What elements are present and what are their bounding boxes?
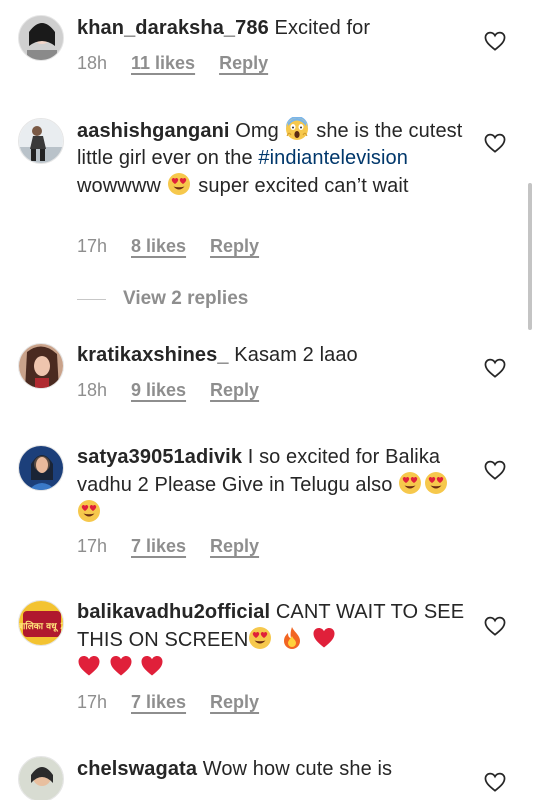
replies-divider xyxy=(77,298,106,300)
red-heart-emoji-icon xyxy=(110,656,132,676)
comment-text: super excited can’t wait xyxy=(198,175,409,197)
comment-body: satya39051adivik I so excited for Balika… xyxy=(77,444,472,527)
comment-text: wowwww xyxy=(77,175,161,197)
comment-time: 17h xyxy=(77,692,108,712)
avatar[interactable] xyxy=(18,343,64,389)
avatar[interactable]: बालिका वधू 2 xyxy=(18,600,64,646)
heart-outline-icon[interactable] xyxy=(484,616,506,636)
view-replies-button[interactable]: View 2 replies xyxy=(77,288,248,310)
likes-count-link[interactable]: 11 likes xyxy=(131,53,195,74)
comment-time: 18h xyxy=(77,380,108,400)
avatar[interactable] xyxy=(18,15,64,61)
heart-eyes-emoji-icon xyxy=(399,472,422,494)
avatar[interactable] xyxy=(18,756,64,800)
red-heart-emoji-icon xyxy=(78,656,100,676)
avatar[interactable] xyxy=(18,118,64,164)
comment-body: balikavadhu2official CANT WAIT TO SEE TH… xyxy=(77,599,472,682)
comment-text: Excited for xyxy=(274,17,371,39)
comment-body: kratikaxshines_ Kasam 2 laao xyxy=(77,342,472,369)
comment-username[interactable]: chelswagata xyxy=(77,758,197,780)
avatar-badge-text: बालिका वधू 2 xyxy=(19,620,64,632)
hashtag-link[interactable]: #indiantelevision xyxy=(258,147,408,169)
comment-meta: 18h 11 likes Reply xyxy=(77,53,268,74)
view-replies-label: View 2 replies xyxy=(123,288,249,309)
heart-eyes-emoji-icon xyxy=(78,500,100,522)
comment-time: 17h xyxy=(77,236,108,256)
comment-username[interactable]: kratikaxshines_ xyxy=(77,344,229,366)
comment-text: Wow how cute she is xyxy=(202,758,393,780)
comment-meta: 18h 9 likes Reply xyxy=(77,380,259,401)
fire-emoji-icon xyxy=(284,627,301,649)
comment-time: 18h xyxy=(77,53,108,73)
comment-text: Omg xyxy=(235,120,279,142)
comment-body: aashishgangani Omg she is the cutest lit… xyxy=(77,117,472,200)
likes-count-link[interactable]: 8 likes xyxy=(131,236,186,257)
reply-button[interactable]: Reply xyxy=(219,53,268,74)
screaming-face-emoji-icon xyxy=(285,117,308,140)
comment-username[interactable]: aashishgangani xyxy=(77,120,230,142)
likes-count-link[interactable]: 9 likes xyxy=(131,380,186,401)
avatar[interactable] xyxy=(18,445,64,491)
comment-meta: 17h 7 likes Reply xyxy=(77,536,259,557)
red-heart-emoji-icon xyxy=(313,628,335,648)
heart-eyes-emoji-icon xyxy=(425,472,448,494)
heart-outline-icon[interactable] xyxy=(484,772,506,792)
comment-meta: 17h 7 likes Reply xyxy=(77,692,259,713)
comment-body: chelswagata Wow how cute she is xyxy=(77,756,472,783)
comment-username[interactable]: satya39051adivik xyxy=(77,446,242,468)
comment-time: 17h xyxy=(77,536,108,556)
comment-body: khan_daraksha_786 Excited for xyxy=(77,15,472,42)
reply-button[interactable]: Reply xyxy=(210,692,259,713)
comment-username[interactable]: balikavadhu2official xyxy=(77,601,270,623)
scrollbar[interactable] xyxy=(528,183,532,330)
heart-eyes-emoji-icon xyxy=(167,173,190,195)
red-heart-emoji-icon xyxy=(141,656,163,676)
heart-outline-icon[interactable] xyxy=(484,460,506,480)
comment-username[interactable]: khan_daraksha_786 xyxy=(77,17,269,39)
comment-meta: 17h 8 likes Reply xyxy=(77,236,259,257)
reply-button[interactable]: Reply xyxy=(210,236,259,257)
heart-eyes-emoji-icon xyxy=(249,627,272,649)
likes-count-link[interactable]: 7 likes xyxy=(131,536,186,557)
reply-button[interactable]: Reply xyxy=(210,536,259,557)
likes-count-link[interactable]: 7 likes xyxy=(131,692,186,713)
heart-outline-icon[interactable] xyxy=(484,358,506,378)
heart-outline-icon[interactable] xyxy=(484,31,506,51)
reply-button[interactable]: Reply xyxy=(210,380,259,401)
heart-outline-icon[interactable] xyxy=(484,133,506,153)
comment-text: Kasam 2 laao xyxy=(234,344,358,366)
